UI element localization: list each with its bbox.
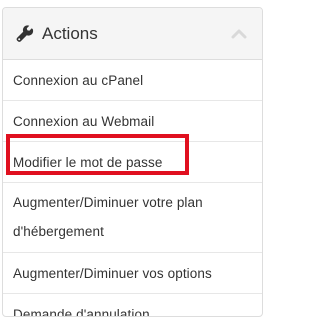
action-label: Augmenter/Diminuer votre plan d'hébergem… bbox=[13, 195, 203, 239]
action-cancellation-request[interactable]: Demande d'annulation bbox=[3, 294, 262, 317]
heading-left: Actions bbox=[16, 24, 98, 43]
chevron-up-icon[interactable] bbox=[230, 25, 248, 43]
actions-list: Connexion au cPanel Connexion au Webmail… bbox=[3, 60, 262, 317]
wrench-icon bbox=[16, 24, 34, 43]
action-label: Connexion au cPanel bbox=[13, 72, 144, 88]
actions-panel: Actions Connexion au cPanel Connexion au… bbox=[2, 7, 263, 317]
action-webmail-login[interactable]: Connexion au Webmail bbox=[3, 101, 262, 142]
action-label: Connexion au Webmail bbox=[13, 113, 155, 129]
panel-title: Actions bbox=[42, 24, 98, 43]
action-cpanel-login[interactable]: Connexion au cPanel bbox=[3, 60, 262, 101]
action-label: Modifier le mot de passe bbox=[13, 154, 163, 170]
action-label: Demande d'annulation bbox=[13, 307, 150, 317]
action-change-hosting-plan[interactable]: Augmenter/Diminuer votre plan d'hébergem… bbox=[3, 183, 262, 253]
panel-heading[interactable]: Actions bbox=[3, 8, 262, 60]
action-label: Augmenter/Diminuer vos options bbox=[13, 265, 212, 281]
action-change-password[interactable]: Modifier le mot de passe bbox=[3, 142, 262, 183]
action-change-options[interactable]: Augmenter/Diminuer vos options bbox=[3, 253, 262, 294]
